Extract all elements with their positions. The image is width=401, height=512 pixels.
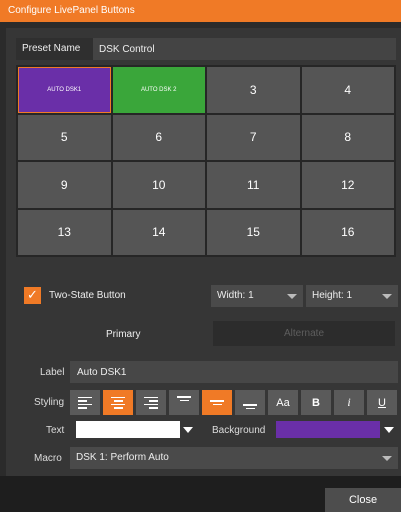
check-icon: ✓ bbox=[27, 287, 38, 302]
livepanel-button-3[interactable]: 3 bbox=[207, 67, 300, 113]
livepanel-button-5[interactable]: 5 bbox=[18, 114, 111, 160]
italic-button[interactable]: i bbox=[334, 390, 364, 415]
align-right-icon bbox=[144, 396, 158, 409]
text-color-swatch[interactable] bbox=[76, 421, 180, 438]
livepanel-button-11[interactable]: 11 bbox=[207, 162, 300, 208]
two-state-checkbox[interactable]: ✓ bbox=[24, 286, 41, 304]
bold-icon: B bbox=[312, 396, 320, 409]
livepanel-button-12[interactable]: 12 bbox=[301, 162, 394, 208]
valign-top-button[interactable] bbox=[169, 390, 199, 415]
align-center-icon bbox=[111, 396, 125, 409]
livepanel-button-9[interactable]: 9 bbox=[18, 162, 111, 208]
livepanel-button-6[interactable]: 6 bbox=[112, 114, 205, 160]
align-center-button[interactable] bbox=[103, 390, 133, 415]
width-value: Width: 1 bbox=[217, 290, 254, 301]
styling-label: Styling bbox=[34, 397, 65, 408]
livepanel-button-10[interactable]: 10 bbox=[112, 162, 205, 208]
background-color-label: Background bbox=[212, 425, 266, 436]
macro-label: Macro bbox=[34, 453, 62, 464]
valign-middle-button[interactable] bbox=[202, 390, 232, 415]
italic-icon: i bbox=[347, 395, 351, 409]
align-left-icon bbox=[78, 396, 92, 409]
background-color-dropdown-icon[interactable] bbox=[384, 427, 394, 433]
chevron-down-icon bbox=[382, 456, 392, 461]
label-input[interactable] bbox=[70, 361, 398, 383]
macro-dropdown[interactable]: DSK 1: Perform Auto bbox=[70, 447, 398, 469]
text-color-dropdown-icon[interactable] bbox=[183, 427, 193, 433]
underline-icon: U bbox=[378, 396, 386, 409]
valign-top-icon bbox=[177, 396, 191, 401]
close-button[interactable]: Close bbox=[325, 488, 401, 512]
dialog-panel: Preset Name AUTO DSK1 AUTO DSK 2 3 4 5 6… bbox=[6, 28, 401, 476]
livepanel-button-1[interactable]: AUTO DSK1 bbox=[18, 67, 111, 113]
button-grid: AUTO DSK1 AUTO DSK 2 3 4 5 6 7 8 9 10 11… bbox=[16, 65, 396, 257]
livepanel-button-13[interactable]: 13 bbox=[18, 209, 111, 255]
tab-alternate[interactable]: Alternate bbox=[213, 321, 395, 346]
valign-bottom-icon bbox=[243, 404, 257, 409]
macro-value: DSK 1: Perform Auto bbox=[76, 452, 169, 463]
preset-name-input[interactable] bbox=[93, 38, 396, 60]
livepanel-button-2[interactable]: AUTO DSK 2 bbox=[112, 67, 205, 113]
align-right-button[interactable] bbox=[136, 390, 166, 415]
font-size-button[interactable]: Aa bbox=[268, 390, 298, 415]
height-value: Height: 1 bbox=[312, 290, 353, 301]
two-state-toggle[interactable]: ✓ Two-State Button bbox=[24, 286, 126, 304]
window-title: Configure LivePanel Buttons bbox=[0, 0, 401, 22]
chevron-down-icon bbox=[287, 294, 297, 299]
align-left-button[interactable] bbox=[70, 390, 100, 415]
text-color-label: Text bbox=[46, 425, 65, 436]
livepanel-button-15[interactable]: 15 bbox=[207, 209, 300, 255]
height-dropdown[interactable]: Height: 1 bbox=[306, 285, 398, 307]
font-size-icon: Aa bbox=[276, 396, 290, 409]
preset-name-label: Preset Name bbox=[22, 43, 81, 54]
tab-primary[interactable]: Primary bbox=[106, 328, 140, 342]
bold-button[interactable]: B bbox=[301, 390, 331, 415]
livepanel-button-4[interactable]: 4 bbox=[301, 67, 394, 113]
two-state-label: Two-State Button bbox=[49, 289, 126, 301]
livepanel-button-7[interactable]: 7 bbox=[207, 114, 300, 160]
background-color-swatch[interactable] bbox=[276, 421, 380, 438]
livepanel-button-14[interactable]: 14 bbox=[112, 209, 205, 255]
width-dropdown[interactable]: Width: 1 bbox=[211, 285, 303, 307]
underline-button[interactable]: U bbox=[367, 390, 397, 415]
valign-bottom-button[interactable] bbox=[235, 390, 265, 415]
preset-row: Preset Name bbox=[16, 38, 396, 60]
livepanel-button-16[interactable]: 16 bbox=[301, 209, 394, 255]
valign-middle-icon bbox=[210, 400, 224, 405]
livepanel-button-8[interactable]: 8 bbox=[301, 114, 394, 160]
chevron-down-icon bbox=[382, 294, 392, 299]
label-field-label: Label bbox=[40, 367, 65, 378]
